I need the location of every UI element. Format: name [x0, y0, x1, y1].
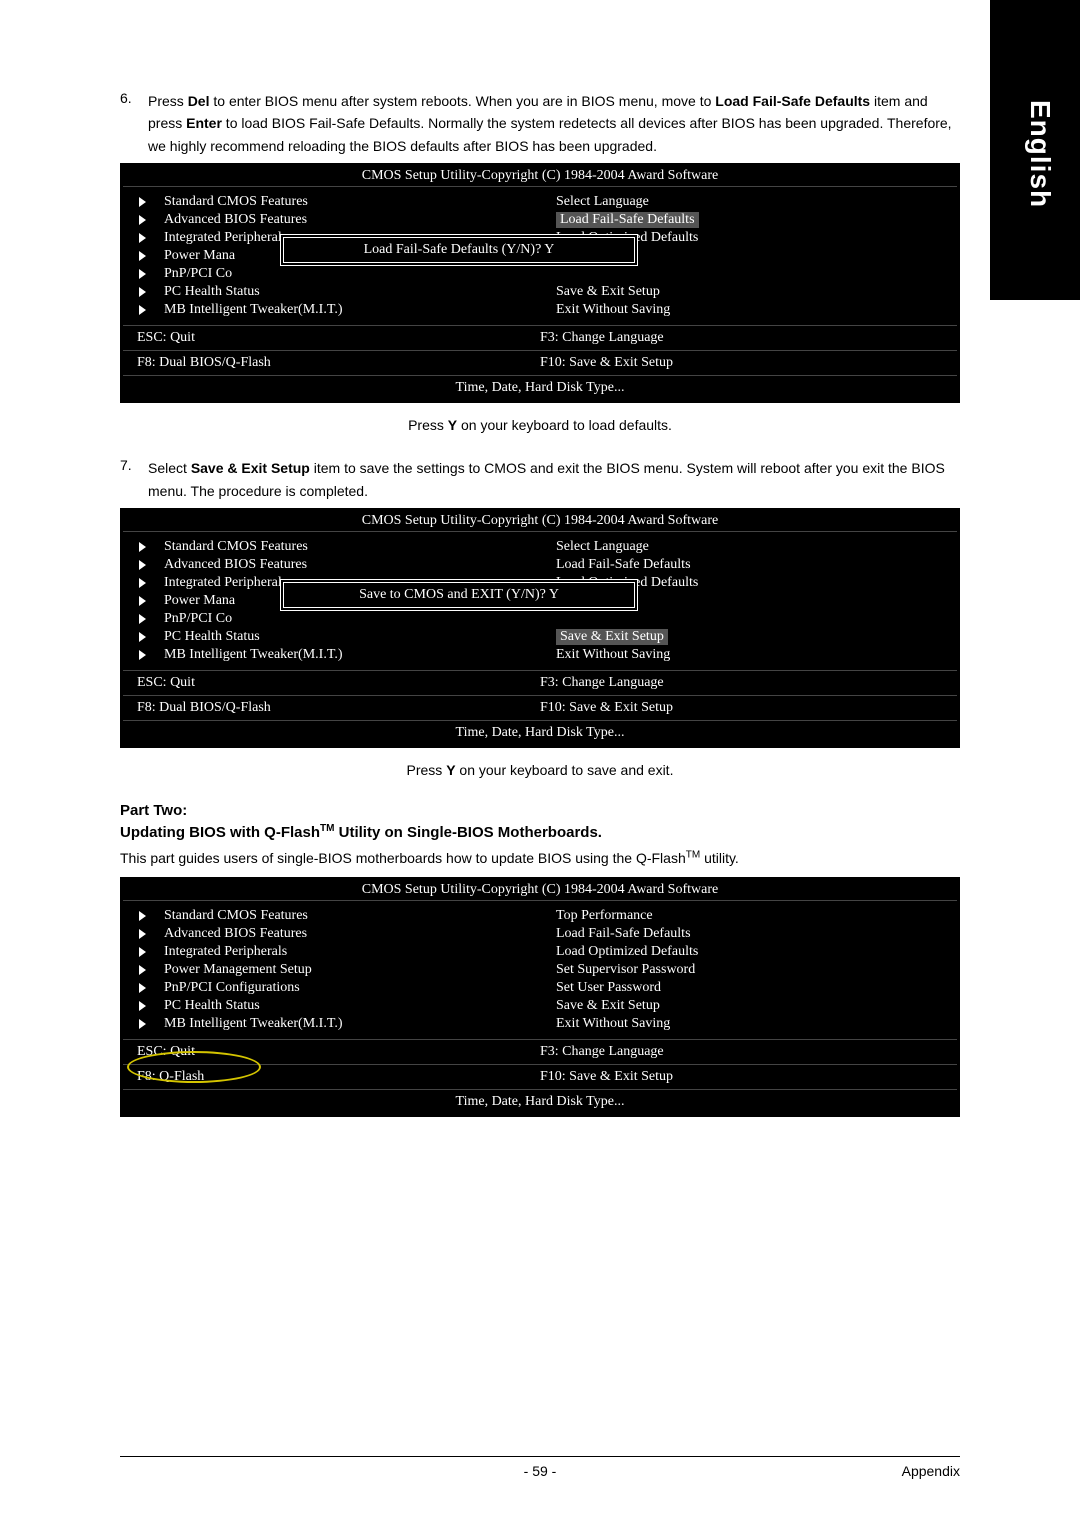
bios-menu-item[interactable]: Set User Password [556, 979, 947, 997]
bios-footer-row2: F8: Dual BIOS/Q-FlashF10: Save & Exit Se… [123, 351, 957, 376]
bios-dialog[interactable]: Save to CMOS and EXIT (Y/N)? Y [283, 582, 635, 608]
bios-menu-item[interactable]: Advanced BIOS Features [139, 925, 530, 943]
bios-menu-item[interactable]: Exit Without Saving [556, 1015, 947, 1033]
bios-menu-item[interactable]: MB Intelligent Tweaker(M.I.T.) [139, 1015, 530, 1033]
bios-menu-item[interactable]: Standard CMOS Features [139, 538, 530, 556]
bios-menu-item[interactable]: Save & Exit Setup [556, 997, 947, 1015]
bios-menu-item[interactable]: Load Optimized Defaults [556, 943, 947, 961]
caption-1: Press Y on your keyboard to load default… [120, 417, 960, 433]
bios-menu-item[interactable]: MB Intelligent Tweaker(M.I.T.) [139, 301, 530, 319]
bios-menu-item[interactable]: Save & Exit Setup [556, 628, 947, 646]
bios-screenshot-3: CMOS Setup Utility-Copyright (C) 1984-20… [120, 877, 960, 1117]
bios-menu-item[interactable]: PC Health Status [139, 628, 530, 646]
page-number: - 59 - [220, 1463, 860, 1479]
triangle-icon [139, 197, 146, 207]
bios-footer-row1: ESC: QuitF3: Change Language [123, 671, 957, 696]
step-number: 7. [120, 457, 148, 502]
bios-footer-row1: ESC: QuitF3: Change Language [123, 1040, 957, 1065]
triangle-icon [139, 215, 146, 225]
bios-screenshot-2: CMOS Setup Utility-Copyright (C) 1984-20… [120, 508, 960, 748]
bios-menu-item[interactable]: Top Performance [556, 907, 947, 925]
triangle-icon [139, 578, 146, 588]
bios-footer-row2: F8: Dual BIOS/Q-FlashF10: Save & Exit Se… [123, 696, 957, 721]
bios-footer-row1: ESC: QuitF3: Change Language [123, 326, 957, 351]
bios-menu-item[interactable]: Load Fail-Safe Defaults [556, 211, 947, 229]
content-area: 6. Press Del to enter BIOS menu after sy… [0, 0, 1080, 1117]
bios-menu-item[interactable]: Set Supervisor Password [556, 961, 947, 979]
bios-title: CMOS Setup Utility-Copyright (C) 1984-20… [123, 511, 957, 532]
triangle-icon [139, 650, 146, 660]
step-text: Select Save & Exit Setup item to save th… [148, 457, 960, 502]
bios-hint: Time, Date, Hard Disk Type... [123, 1090, 957, 1114]
triangle-icon [139, 560, 146, 570]
triangle-icon [139, 269, 146, 279]
triangle-icon [139, 983, 146, 993]
bios-hint: Time, Date, Hard Disk Type... [123, 721, 957, 745]
bios-body: Standard CMOS FeaturesAdvanced BIOS Feat… [123, 187, 957, 326]
bios-menu-item[interactable]: Power Management Setup [139, 961, 530, 979]
step-text: Press Del to enter BIOS menu after syste… [148, 90, 960, 157]
triangle-icon [139, 1019, 146, 1029]
bios-body: Standard CMOS FeaturesAdvanced BIOS Feat… [123, 901, 957, 1040]
bios-menu-item[interactable]: Integrated Peripherals [139, 943, 530, 961]
part-two-subheading: Updating BIOS with Q-FlashTM Utility on … [120, 823, 960, 841]
bios-title: CMOS Setup Utility-Copyright (C) 1984-20… [123, 166, 957, 187]
triangle-icon [139, 542, 146, 552]
language-label: English [1024, 100, 1056, 208]
bios-menu-item[interactable]: Select Language [556, 538, 947, 556]
bios-menu-item[interactable]: Load Fail-Safe Defaults [556, 556, 947, 574]
bios-menu-item[interactable]: Select Language [556, 193, 947, 211]
triangle-icon [139, 233, 146, 243]
bios-title: CMOS Setup Utility-Copyright (C) 1984-20… [123, 880, 957, 901]
bios-footer-row2: F8: Q-FlashF10: Save & Exit Setup [123, 1065, 957, 1090]
bios-dialog[interactable]: Load Fail-Safe Defaults (Y/N)? Y [283, 237, 635, 263]
triangle-icon [139, 251, 146, 261]
bios-menu-item[interactable]: Standard CMOS Features [139, 193, 530, 211]
triangle-icon [139, 947, 146, 957]
bios-menu-item[interactable]: Save & Exit Setup [556, 283, 947, 301]
bios-right-col: Top PerformanceLoad Fail-Safe DefaultsLo… [540, 901, 957, 1039]
bios-menu-item[interactable]: Advanced BIOS Features [139, 211, 530, 229]
triangle-icon [139, 614, 146, 624]
triangle-icon [139, 596, 146, 606]
caption-2: Press Y on your keyboard to save and exi… [120, 762, 960, 778]
step-number: 6. [120, 90, 148, 157]
triangle-icon [139, 305, 146, 315]
bios-menu-item[interactable]: Exit Without Saving [556, 646, 947, 664]
triangle-icon [139, 929, 146, 939]
bios-menu-item[interactable]: PC Health Status [139, 283, 530, 301]
bios-menu-item[interactable]: Load Fail-Safe Defaults [556, 925, 947, 943]
bios-body: Standard CMOS FeaturesAdvanced BIOS Feat… [123, 532, 957, 671]
step-7: 7. Select Save & Exit Setup item to save… [120, 457, 960, 502]
bios-left-col: Standard CMOS FeaturesAdvanced BIOS Feat… [123, 901, 540, 1039]
triangle-icon [139, 287, 146, 297]
bios-menu-item[interactable]: Exit Without Saving [556, 301, 947, 319]
page: English 6. Press Del to enter BIOS menu … [0, 0, 1080, 1529]
triangle-icon [139, 1001, 146, 1011]
bios-menu-item[interactable]: PC Health Status [139, 997, 530, 1015]
page-footer: - 59 - Appendix [120, 1456, 960, 1479]
part-two-body: This part guides users of single-BIOS mo… [120, 847, 960, 869]
bios-menu-item[interactable]: Advanced BIOS Features [139, 556, 530, 574]
triangle-icon [139, 632, 146, 642]
bios-hint: Time, Date, Hard Disk Type... [123, 376, 957, 400]
triangle-icon [139, 911, 146, 921]
bios-menu-item[interactable]: Standard CMOS Features [139, 907, 530, 925]
section-name: Appendix [860, 1463, 960, 1479]
bios-menu-item[interactable]: MB Intelligent Tweaker(M.I.T.) [139, 646, 530, 664]
bios-menu-item[interactable]: PnP/PCI Configurations [139, 979, 530, 997]
bios-screenshot-1: CMOS Setup Utility-Copyright (C) 1984-20… [120, 163, 960, 403]
part-two-heading: Part Two: [120, 802, 960, 819]
triangle-icon [139, 965, 146, 975]
step-6: 6. Press Del to enter BIOS menu after sy… [120, 90, 960, 157]
